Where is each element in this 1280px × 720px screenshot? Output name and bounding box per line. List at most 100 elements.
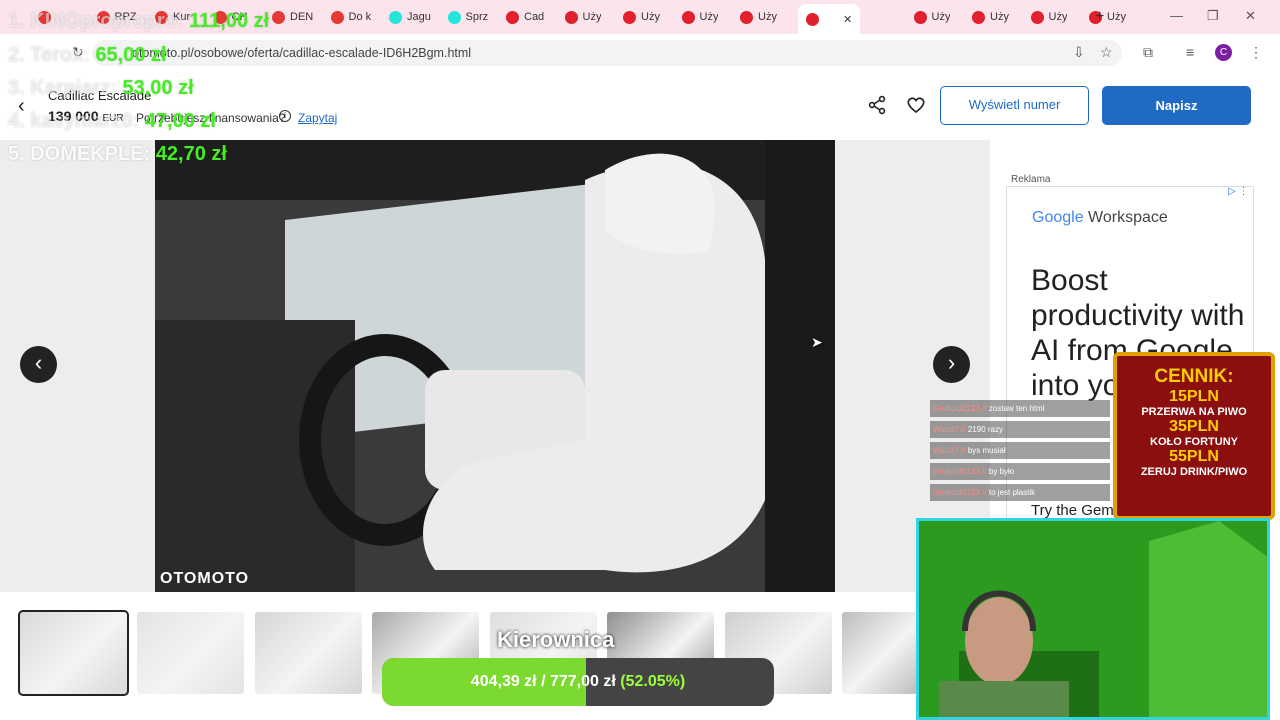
browser-tab[interactable]: Sprz (447, 4, 489, 30)
browser-tab[interactable]: Uży (972, 4, 1009, 30)
browser-tab-label: Uży (1048, 11, 1068, 23)
leaderboard-row: 3. Karpiarz: 53,00 zł (8, 77, 194, 100)
ad-brand: Google Workspace (1032, 209, 1168, 227)
browser-tab[interactable]: Do k (330, 4, 372, 30)
extensions-icon[interactable]: ⧉ (1143, 44, 1153, 61)
leaderboard-name: 3. Karpiarz: (8, 77, 117, 99)
chat-message: Walcz7 // bys musiał (930, 442, 1110, 459)
ad-brand-google: Google (1032, 209, 1084, 226)
browser-tab[interactable]: DEN (272, 4, 313, 30)
browser-tab[interactable]: Uży (913, 4, 951, 30)
photo-thumbnail[interactable] (842, 612, 917, 694)
ad-label: Reklama (1011, 174, 1051, 185)
browser-tab[interactable]: Cad (506, 4, 544, 30)
browser-menu-icon[interactable]: ⋮ (1249, 44, 1263, 61)
browser-tab-label: Uży (582, 11, 602, 23)
chat-user: Grubciol1123 // (933, 467, 987, 476)
install-app-icon[interactable]: ⇩ (1073, 44, 1085, 61)
close-window-icon[interactable]: ✕ (1245, 8, 1256, 24)
show-number-button[interactable]: Wyświetl numer (940, 86, 1089, 125)
profile-avatar[interactable]: C (1215, 44, 1232, 61)
leaderboard-amount: 65,00 zł (95, 44, 167, 66)
youtube-icon (330, 10, 344, 24)
goal-target: 777,00 zł (549, 673, 616, 690)
otomoto-watermark: OTOMOTO (160, 570, 250, 587)
goal-separator: / (541, 673, 546, 690)
browser-tab-label: Uży (990, 11, 1009, 23)
price-item-2-desc: KOŁO FORTUNY (1150, 436, 1238, 448)
prev-photo-button[interactable]: ‹ (20, 346, 57, 383)
price-item-1-desc: PRZERWA NA PIWO (1141, 406, 1247, 418)
favorite-heart-icon[interactable] (906, 95, 926, 121)
chat-text: zostaw ten html (988, 404, 1045, 413)
restore-icon[interactable]: ❐ (1207, 8, 1219, 24)
leaderboard-row: 1. KINGpropropro: 111,00 zł (8, 10, 269, 33)
leaderboard-amount: 53,00 zł (122, 77, 194, 99)
chat-user: Grubciol1123 // (933, 488, 987, 497)
ad-choices-icon[interactable]: ▷ ⋮ (1228, 186, 1248, 197)
chat-text: bys musiał (967, 446, 1006, 455)
chat-user: Walcz7 // (933, 425, 966, 434)
chat-text: by było (988, 467, 1015, 476)
write-message-button[interactable]: Napisz (1102, 86, 1251, 125)
media-controls-icon[interactable]: ≡ (1186, 44, 1194, 60)
leaderboard-amount: 111,00 zł (189, 10, 270, 32)
price-list-panel: CENNIK: 15PLN PRZERWA NA PIWO 35PLN KOŁO… (1113, 352, 1275, 520)
browser-tab[interactable]: Uży (681, 4, 718, 30)
browser-tab[interactable]: Uży (1030, 4, 1068, 30)
mouse-cursor-icon: ➤ (811, 334, 823, 350)
screen: RPZ Kur CH DEN Do k Jagu Sprz Cad Uży Uży Uży Uży ✕ U… (0, 0, 1280, 720)
otomoto-icon (806, 12, 819, 26)
olx-icon (389, 10, 402, 24)
photo-thumbnail[interactable] (255, 612, 362, 694)
leaderboard-amount: 42,70 zł (155, 143, 227, 165)
bookmark-star-icon[interactable]: ☆ (1100, 44, 1113, 61)
leaderboard-amount: 47,00 zł (144, 110, 216, 132)
address-bar[interactable]: otomoto.pl/osobowe/oferta/cadillac-escal… (92, 40, 1122, 66)
next-photo-button[interactable]: › (933, 346, 970, 383)
close-tab-icon[interactable]: ✕ (843, 13, 852, 26)
chat-text: 2190 razy (967, 425, 1003, 434)
leaderboard-row: 5. DOMEKPLE: 42,70 zł (8, 143, 227, 166)
browser-tab[interactable]: Uży (740, 4, 777, 30)
photo-thumbnail[interactable] (18, 610, 129, 696)
otomoto-icon (913, 10, 927, 24)
browser-tab-label: Do k (348, 11, 372, 23)
price-item-3-price: 55PLN (1169, 448, 1219, 465)
webcam-overlay (916, 518, 1270, 720)
chat-message: Grubciol1123 // by było (930, 463, 1110, 480)
chat-user: Grubciol1123 // (933, 404, 987, 413)
browser-tab-label: Uży (931, 11, 951, 23)
browser-tab-label: Uży (758, 11, 777, 23)
browser-tab-label: Sprz (465, 11, 489, 23)
youtube-icon (272, 10, 285, 24)
goal-text: 404,39 zł / 777,00 zł (52.05%) (382, 658, 774, 706)
browser-tab[interactable]: ✕ (798, 4, 861, 34)
share-icon[interactable] (867, 95, 887, 121)
otomoto-icon (740, 10, 753, 24)
browser-tab[interactable]: Uży (564, 4, 602, 30)
leaderboard-name: 5. DOMEKPLE: (8, 143, 151, 165)
main-car-photo[interactable] (155, 140, 835, 592)
otomoto-icon (1030, 10, 1044, 24)
goal-title: Kierownica (497, 627, 615, 652)
price-item-3-desc: ZERUJ DRINK/PIWO (1140, 466, 1248, 478)
goal-percent: (52.05%) (620, 673, 686, 690)
ask-financing-link[interactable]: Zapytaj (298, 111, 337, 125)
browser-tab-label: Jagu (407, 11, 431, 23)
new-tab-button[interactable]: + (1095, 4, 1104, 30)
browser-tab-label: Uży (1107, 11, 1126, 23)
leaderboard-name: 2. Terox: (8, 44, 90, 66)
price-item-2-price: 35PLN (1169, 418, 1219, 435)
info-icon[interactable]: i (279, 110, 291, 122)
chat-user: Walcz7 // (933, 446, 966, 455)
price-item-1-price: 15PLN (1169, 388, 1219, 405)
browser-tab[interactable]: Uży (623, 4, 660, 30)
leaderboard-name: 4. kasyniarz0: (8, 110, 140, 132)
photo-thumbnail[interactable] (137, 612, 244, 694)
otomoto-icon (506, 10, 519, 24)
browser-tab[interactable]: Jagu (389, 4, 431, 30)
minimize-icon[interactable]: — (1170, 8, 1183, 23)
goal-current: 404,39 zł (470, 673, 537, 690)
otomoto-icon (564, 10, 578, 24)
